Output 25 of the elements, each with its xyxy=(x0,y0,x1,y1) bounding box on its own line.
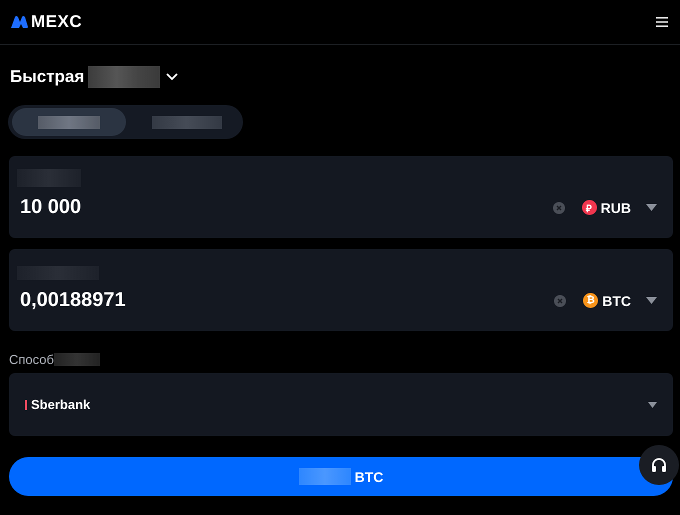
page-title: Быстрая xyxy=(10,67,84,87)
redacted-text xyxy=(54,352,100,366)
chevron-down-icon[interactable] xyxy=(166,73,178,81)
amount-field[interactable]: 10 000 ₽ RUB xyxy=(9,156,673,238)
caret-down-icon[interactable] xyxy=(648,402,657,408)
payment-method-dropdown[interactable]: Sberbank xyxy=(9,373,673,436)
caret-down-icon[interactable] xyxy=(646,204,657,211)
amount-value: 0,00188971 xyxy=(19,289,126,312)
logo-icon xyxy=(10,16,28,28)
amount-field[interactable]: 0,00188971 ₿ BTC xyxy=(9,249,673,331)
tab[interactable] xyxy=(12,108,126,136)
amount-value: 10 000 xyxy=(19,196,82,219)
buy-button[interactable]: BTC xyxy=(9,457,673,496)
payment-marker xyxy=(25,400,27,410)
payment-method-name: Sberbank xyxy=(31,397,90,412)
logo-text[interactable]: MEXC xyxy=(31,12,82,32)
currency-icon: ₽ xyxy=(582,200,597,215)
support-button[interactable] xyxy=(639,445,679,485)
headset-icon xyxy=(651,457,667,473)
currency-icon: ₿ xyxy=(583,293,598,308)
currency-code: RUB xyxy=(600,200,631,216)
field-label: Способ xyxy=(9,352,54,366)
caret-down-icon[interactable] xyxy=(646,297,657,304)
menu-icon[interactable] xyxy=(656,17,668,27)
currency-code: BTC xyxy=(602,292,631,308)
